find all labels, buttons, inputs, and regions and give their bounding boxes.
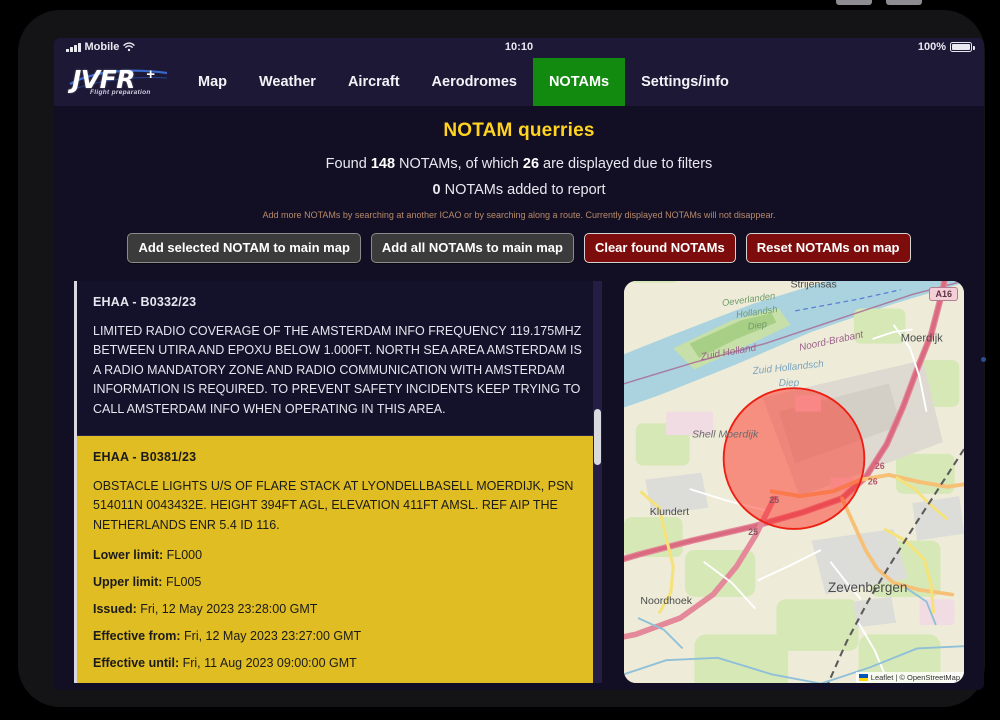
page-title: NOTAM querries — [443, 120, 595, 141]
displayed-count: 26 — [522, 156, 540, 172]
main-navbar: JVFR + Flight preparation Map Weather Airc… — [54, 58, 984, 106]
notam-list-scrollbar-track[interactable] — [593, 281, 602, 683]
tablet-chassis: Mobile 10:10 100% JVFR + Flight preparat… — [18, 10, 985, 707]
nav-item-map[interactable]: Map — [182, 58, 243, 106]
nav-item-label: NOTAMs — [548, 74, 610, 90]
notam-id: EHAA - B0381/23 — [93, 449, 197, 464]
notam-field-label: Upper limit: — [93, 575, 163, 589]
added-count: 0 — [432, 182, 441, 198]
nav-item-weather[interactable]: Weather — [243, 58, 332, 106]
nav-item-aerodromes[interactable]: Aerodromes — [416, 58, 533, 106]
status-bar-right: 100% — [917, 41, 975, 53]
notam-field: Lower limit: FL000 — [93, 548, 586, 562]
notam-text: OBSTACLE LIGHTS U/S OF FLARE STACK AT LY… — [93, 478, 574, 532]
nav-item-notams[interactable]: NOTAMs — [532, 58, 626, 106]
device-top-nub-left — [836, 0, 872, 5]
svg-text:Noordhoek: Noordhoek — [640, 595, 692, 607]
svg-text:Strijensas: Strijensas — [790, 281, 836, 290]
add-selected-notam-button[interactable]: Add selected NOTAM to main map — [127, 233, 361, 263]
logo-tagline: Flight preparation — [90, 89, 151, 96]
clear-found-notams-button[interactable]: Clear found NOTAMs — [583, 233, 736, 263]
notam-area-circle — [722, 387, 866, 530]
add-all-notams-button[interactable]: Add all NOTAMs to main map — [370, 233, 574, 263]
notam-field-value: Fri, 12 May 2023 23:27:00 GMT — [184, 629, 362, 643]
logo-plus: + — [146, 66, 155, 83]
notam-field: Effective from: Fri, 12 May 2023 23:27:0… — [93, 629, 586, 643]
content-area: EHAA - B0332/23 LIMITED RADIO COVERAGE OF… — [74, 281, 964, 683]
notam-card[interactable]: EHAA - B0332/23 LIMITED RADIO COVERAGE OF… — [77, 281, 602, 436]
notam-text: LIMITED RADIO COVERAGE OF THE AMSTERDAM … — [93, 324, 582, 416]
notam-page: NOTAM querries Found 148 NOTAMs, of whic… — [54, 106, 984, 683]
added-to-report-summary: 0 NOTAMs added to report — [54, 182, 984, 198]
action-button-row: Add selected NOTAM to main map Add all NO… — [54, 233, 984, 263]
svg-text:Diep: Diep — [779, 378, 800, 389]
notam-id: EHAA - B0332/23 — [93, 295, 197, 309]
summary-prefix: Found — [325, 156, 371, 172]
notam-list[interactable]: EHAA - B0332/23 LIMITED RADIO COVERAGE OF… — [74, 281, 602, 683]
search-hint-text: Add more NOTAMs by searching at another … — [262, 210, 776, 220]
tablet-screen: Mobile 10:10 100% JVFR + Flight preparat… — [54, 38, 984, 690]
stray-blue-dot — [981, 357, 986, 362]
map-canvas: 26 26 25 25 Oeverlanden Hollandsh Diep Z… — [624, 281, 964, 683]
notam-field-value: FL000 — [166, 548, 203, 562]
notam-card[interactable]: EHAA - B0381/23 OBSTACLE LIGHTS U/S OF FL… — [77, 435, 602, 683]
notam-field-value: Fri, 11 Aug 2023 09:00:00 GMT — [182, 656, 357, 670]
button-label: Reset NOTAMs on map — [756, 240, 900, 255]
button-label: Add all NOTAMs to main map — [381, 240, 563, 255]
screenshot-root: Mobile 10:10 100% JVFR + Flight preparat… — [0, 0, 1000, 720]
button-label: Clear found NOTAMs — [594, 240, 725, 255]
map-attribution[interactable]: Leaflet | © OpenStreetMap — [855, 672, 964, 683]
status-bar: Mobile 10:10 100% — [54, 38, 984, 58]
svg-text:Klundert: Klundert — [650, 506, 689, 518]
nav-item-label: Map — [198, 74, 227, 90]
svg-text:26: 26 — [868, 476, 878, 486]
svg-text:Moerdijk: Moerdijk — [901, 332, 943, 344]
nav-item-label: Weather — [259, 74, 316, 90]
notam-field: Effective until: Fri, 11 Aug 2023 09:00:… — [93, 656, 586, 670]
notam-field-value: FL005 — [165, 575, 202, 589]
notam-map[interactable]: 26 26 25 25 Oeverlanden Hollandsh Diep Z… — [624, 281, 964, 683]
added-suffix: NOTAMs added to report — [440, 182, 606, 198]
nav-items: Map Weather Aircraft Aerodromes NOTAMs Settin… — [182, 58, 745, 106]
notam-items: EHAA - B0332/23 LIMITED RADIO COVERAGE OF… — [77, 281, 602, 683]
map-road-shield-a16: A16 — [929, 287, 958, 301]
button-label: Add selected NOTAM to main map — [138, 240, 350, 255]
svg-text:25: 25 — [748, 527, 758, 537]
notam-count-summary: Found 148 NOTAMs, of which 26 are displa… — [54, 156, 984, 172]
nav-item-aircraft[interactable]: Aircraft — [332, 58, 416, 106]
device-top-nub-right — [886, 0, 922, 5]
svg-text:Shell Moerdijk: Shell Moerdijk — [692, 428, 759, 440]
battery-percent-label: 100% — [917, 41, 946, 53]
nav-item-settings-info[interactable]: Settings/info — [625, 58, 745, 106]
leaflet-flag-icon — [858, 674, 868, 681]
svg-text:25: 25 — [769, 495, 779, 505]
found-count: 148 — [370, 156, 396, 172]
summary-suffix: are displayed due to filters — [539, 156, 713, 172]
svg-text:26: 26 — [875, 461, 885, 471]
attribution-text: Leaflet | © OpenStreetMap — [870, 673, 960, 682]
nav-item-label: Settings/info — [641, 74, 729, 90]
reset-notams-on-map-button[interactable]: Reset NOTAMs on map — [745, 233, 911, 263]
notam-field-label: Issued: — [93, 602, 137, 616]
nav-item-label: Aerodromes — [431, 74, 517, 90]
notam-field-label: Lower limit: — [93, 548, 164, 562]
app-logo[interactable]: JVFR + Flight preparation — [68, 62, 168, 102]
notam-field-label: Effective from: — [93, 629, 181, 643]
nav-item-label: Aircraft — [347, 74, 400, 90]
notam-field: Issued: Fri, 12 May 2023 23:28:00 GMT — [93, 602, 586, 616]
notam-list-scrollbar-thumb[interactable] — [594, 409, 601, 465]
notam-field-value: Fri, 12 May 2023 23:28:00 GMT — [140, 602, 318, 616]
summary-middle: NOTAMs, of which — [395, 156, 523, 172]
notam-field: Upper limit: FL005 — [93, 575, 586, 589]
notam-field-label: Effective until: — [93, 656, 180, 670]
battery-full-icon — [950, 42, 975, 52]
status-bar-clock: 10:10 — [504, 41, 534, 53]
svg-text:Zevenbergen: Zevenbergen — [828, 580, 907, 595]
